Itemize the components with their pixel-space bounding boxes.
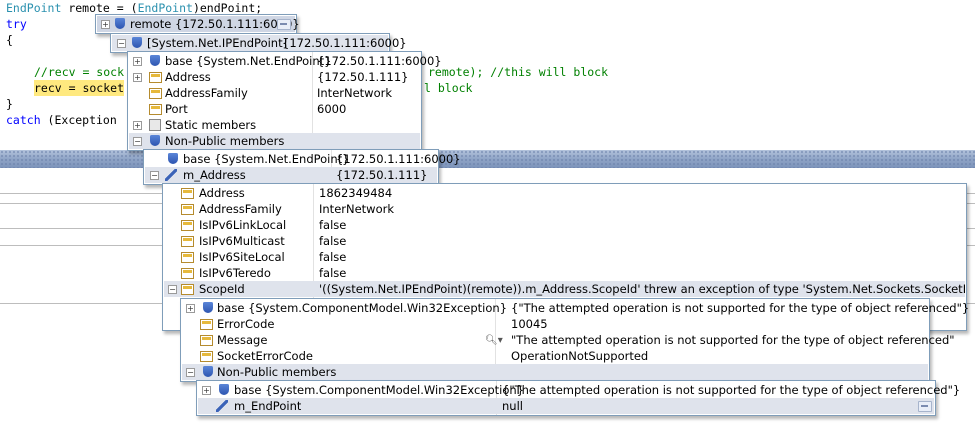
object-icon xyxy=(132,37,142,48)
field-icon xyxy=(165,169,177,181)
datatip-nonpublic-socketexception: + base {System.ComponentModel.Win32Excep… xyxy=(196,380,960,416)
collapse-icon[interactable]: − xyxy=(117,39,126,48)
code-line-6-end: l block xyxy=(424,81,473,95)
datatip-row[interactable]: − m_Address {172.50.1.111} xyxy=(145,167,437,183)
datatip-row[interactable]: − Non-Public members xyxy=(129,133,420,149)
nonpublic-icon xyxy=(203,366,213,377)
code-line-5-end: remote); //this will block xyxy=(428,65,609,79)
datatip-row[interactable]: base {System.Net.EndPoint} {172.50.1.111… xyxy=(145,151,461,167)
property-icon xyxy=(181,268,194,279)
object-icon xyxy=(115,18,125,29)
datatip-row[interactable]: AddressFamily InterNetwork xyxy=(164,201,965,217)
expand-icon[interactable]: + xyxy=(133,57,142,66)
datatip-row[interactable]: IsIPv6SiteLocal false xyxy=(164,249,965,265)
expand-icon[interactable]: + xyxy=(186,304,195,313)
property-icon xyxy=(149,72,162,83)
property-icon xyxy=(181,252,194,263)
expand-icon[interactable]: + xyxy=(202,386,211,395)
datatip-row[interactable]: Address 1862349484 xyxy=(164,185,965,201)
datatip-row[interactable]: + Static members xyxy=(129,117,420,133)
datatip-nonpublic-ipendpoint: base {System.Net.EndPoint} {172.50.1.111… xyxy=(143,149,461,185)
property-icon xyxy=(181,284,194,295)
datatip-row[interactable]: SocketErrorCode OperationNotSupported xyxy=(182,348,928,364)
property-icon xyxy=(181,236,194,247)
datatip-row[interactable]: Port 6000 xyxy=(129,101,420,117)
expand-icon[interactable]: + xyxy=(133,121,142,130)
field-icon xyxy=(216,400,228,412)
static-members-icon xyxy=(149,119,161,131)
object-icon xyxy=(219,384,229,395)
pin-icon[interactable] xyxy=(277,19,291,30)
collapse-icon[interactable]: − xyxy=(186,368,195,377)
code-line-2: try xyxy=(6,17,27,31)
code-line-8: catch (Exception xyxy=(6,113,124,127)
code-line-3: { xyxy=(6,33,13,47)
nonpublic-icon xyxy=(150,135,160,146)
datatip-row[interactable]: m_EndPoint null xyxy=(198,398,934,414)
datatip-row[interactable]: + base {System.ComponentModel.Win32Excep… xyxy=(198,382,960,398)
property-icon xyxy=(200,335,213,346)
property-icon xyxy=(149,104,162,115)
datatip-row[interactable]: Message 🔍︎▾ "The attempted operation is … xyxy=(182,332,955,349)
datatip-row[interactable]: IsIPv6Teredo false xyxy=(164,265,965,281)
collapse-icon[interactable]: − xyxy=(133,137,142,146)
collapse-icon[interactable]: − xyxy=(168,285,177,294)
code-line-6-highlight: recv = socket xyxy=(34,80,125,96)
property-icon xyxy=(200,351,213,362)
object-icon xyxy=(203,302,213,313)
expand-icon[interactable]: + xyxy=(133,73,142,82)
datatip-row[interactable]: + base {System.Net.EndPoint} {172.50.1.1… xyxy=(129,53,442,69)
datatip-socketexception-members: + base {System.ComponentModel.Win32Excep… xyxy=(180,298,969,382)
datatip-row[interactable]: + base {System.ComponentModel.Win32Excep… xyxy=(182,300,969,316)
expand-icon[interactable]: + xyxy=(101,20,110,29)
code-line-7: } xyxy=(6,97,13,111)
code-line-5-start: //recv = sock xyxy=(34,65,125,79)
property-icon xyxy=(181,204,194,215)
property-icon xyxy=(181,188,194,199)
datatip-row[interactable]: + Address {172.50.1.111} xyxy=(129,69,420,85)
datatip-ipendpoint-members: + base {System.Net.EndPoint} {172.50.1.1… xyxy=(127,51,442,151)
pin-icon[interactable] xyxy=(918,401,932,412)
datatip-row[interactable]: − [System.Net.IPEndPoint] {172.50.1.111:… xyxy=(112,35,407,51)
property-icon xyxy=(200,319,213,330)
collapse-icon[interactable]: − xyxy=(150,171,159,180)
property-icon xyxy=(149,88,162,99)
datatip-row[interactable]: + remote {172.50.1.111:6000} xyxy=(97,16,300,32)
datatip-row[interactable]: − Non-Public members xyxy=(182,364,928,380)
datatip-row[interactable]: − ScopeId '((System.Net.IPEndPoint)(remo… xyxy=(164,281,965,297)
datatip-row[interactable]: ErrorCode 10045 xyxy=(182,316,928,332)
object-icon xyxy=(168,153,178,164)
datatip-ipendpoint: − [System.Net.IPEndPoint] {172.50.1.111:… xyxy=(110,33,407,53)
magnifier-icon[interactable]: 🔍︎▾ xyxy=(485,333,503,349)
object-icon xyxy=(150,55,160,66)
datatip-row[interactable]: AddressFamily InterNetwork xyxy=(129,85,420,101)
datatip-row[interactable]: IsIPv6LinkLocal false xyxy=(164,217,965,233)
datatip-remote: + remote {172.50.1.111:6000} xyxy=(95,14,300,34)
property-icon xyxy=(181,220,194,231)
datatip-row[interactable]: IsIPv6Multicast false xyxy=(164,233,965,249)
